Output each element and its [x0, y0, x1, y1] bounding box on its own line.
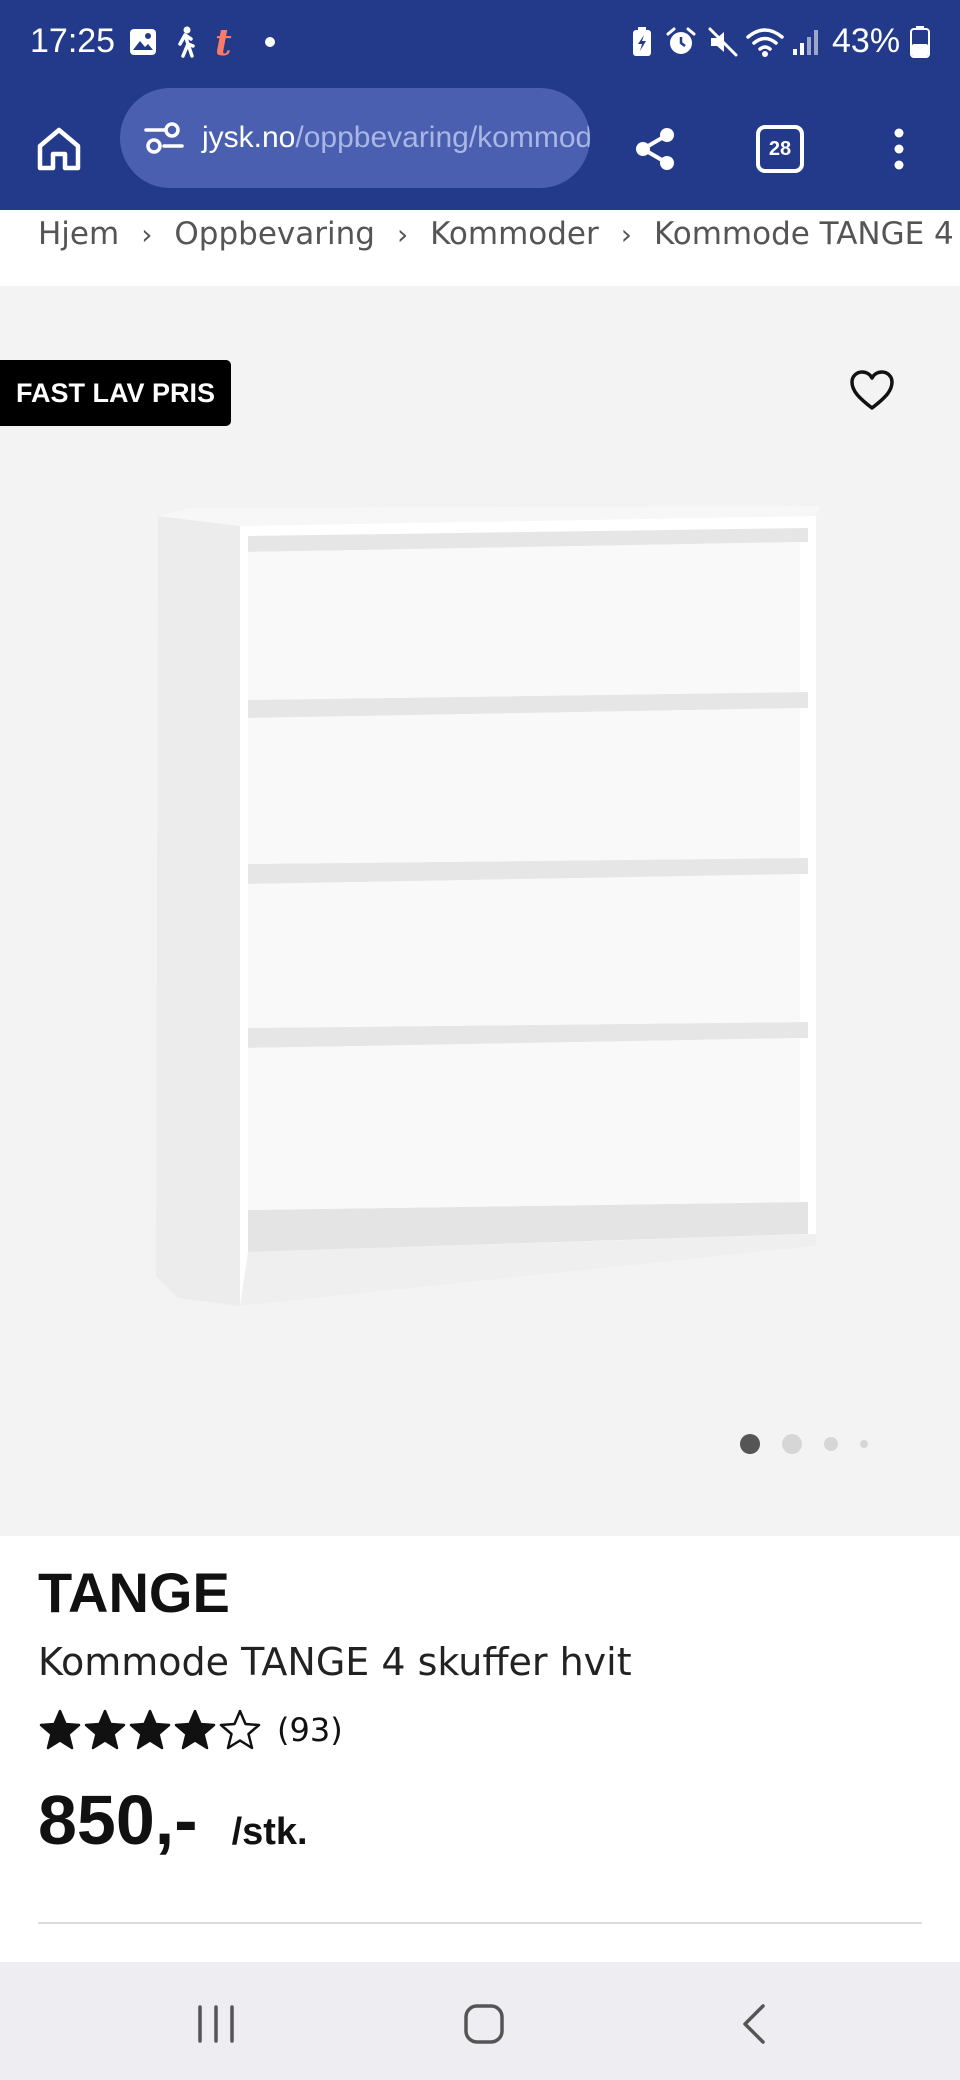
- tabs-icon: 28: [756, 125, 804, 173]
- star-filled-icon: [174, 1709, 216, 1750]
- breadcrumb-separator: ›: [141, 217, 153, 251]
- recent-apps-button[interactable]: [176, 1984, 256, 2064]
- product-name: Kommode TANGE 4 skuffer hvit: [38, 1640, 632, 1684]
- url-path: /oppbevaring/kommode: [295, 121, 590, 154]
- wifi-icon: [746, 22, 784, 62]
- gallery-dot-active[interactable]: [740, 1434, 760, 1454]
- breadcrumb-item-home[interactable]: Hjem: [38, 216, 119, 252]
- alarm-icon: [664, 22, 698, 62]
- star-filled-icon: [39, 1709, 81, 1750]
- rating-stars: [38, 1708, 263, 1752]
- more-menu-button[interactable]: [860, 110, 938, 188]
- status-bar: 17:25 t 43%: [0, 0, 960, 88]
- tabs-button[interactable]: 28: [741, 110, 819, 188]
- product-brand: TANGE: [38, 1561, 230, 1624]
- url-text: jysk.no/oppbevaring/kommode: [202, 121, 590, 155]
- price-badge: FAST LAV PRIS: [0, 360, 232, 426]
- battery-saver-icon: [630, 22, 654, 62]
- share-button[interactable]: [616, 110, 694, 188]
- site-settings-icon[interactable]: [140, 114, 188, 162]
- signal-icon: [790, 22, 820, 62]
- back-icon: [743, 2004, 765, 2044]
- breadcrumb: Hjem › Oppbevaring › Kommoder › Kommode …: [0, 210, 960, 286]
- price-row: 850,- /stk.: [38, 1780, 308, 1860]
- product-image[interactable]: [120, 486, 840, 1306]
- svg-text:t: t: [215, 23, 232, 61]
- gallery-icon: [128, 22, 158, 62]
- back-button[interactable]: [714, 1984, 794, 2064]
- url-domain: jysk.no: [202, 121, 296, 154]
- star-filled-icon: [84, 1709, 126, 1750]
- home-icon: [37, 127, 81, 171]
- breadcrumb-item-storage[interactable]: Oppbevaring: [174, 216, 375, 252]
- walk-icon: [170, 22, 200, 62]
- browser-toolbar: jysk.no/oppbevaring/kommode 28: [0, 88, 960, 210]
- home-nav-icon: [464, 2004, 504, 2044]
- breadcrumb-item-dressers[interactable]: Kommoder: [430, 216, 599, 252]
- rating-count[interactable]: (93): [277, 1711, 343, 1749]
- more-vert-icon: [894, 128, 904, 170]
- gallery-dot[interactable]: [824, 1437, 838, 1451]
- gallery-dot[interactable]: [860, 1440, 868, 1448]
- battery-percent: 43%: [832, 22, 901, 60]
- favorite-button[interactable]: [840, 358, 904, 422]
- star-filled-icon: [129, 1709, 171, 1750]
- tumblr-icon: t: [212, 22, 242, 62]
- star-empty-icon: [219, 1709, 261, 1750]
- share-icon: [636, 128, 674, 170]
- battery-icon: [908, 22, 932, 62]
- breadcrumb-item-current: Kommode TANGE 4 sk: [653, 216, 960, 252]
- home-nav-button[interactable]: [444, 1984, 524, 2064]
- breadcrumb-separator: ›: [620, 217, 632, 251]
- recent-apps-icon: [198, 2005, 234, 2043]
- dot-icon: [260, 22, 280, 62]
- home-button[interactable]: [20, 110, 98, 188]
- url-bar[interactable]: jysk.no/oppbevaring/kommode: [120, 88, 590, 188]
- gallery-pagination: [740, 1434, 868, 1454]
- gallery-dot[interactable]: [782, 1434, 802, 1454]
- product-price: 850,-: [38, 1781, 198, 1859]
- status-time: 17:25: [30, 22, 116, 60]
- breadcrumb-separator: ›: [396, 217, 409, 251]
- divider: [38, 1922, 922, 1924]
- price-unit: /stk.: [231, 1811, 308, 1853]
- heart-icon: [850, 370, 894, 410]
- mute-icon: [706, 22, 740, 62]
- product-gallery[interactable]: FAST LAV PRIS: [0, 286, 960, 1536]
- system-nav-bar: [0, 1962, 960, 2080]
- product-rating[interactable]: (93): [38, 1708, 343, 1752]
